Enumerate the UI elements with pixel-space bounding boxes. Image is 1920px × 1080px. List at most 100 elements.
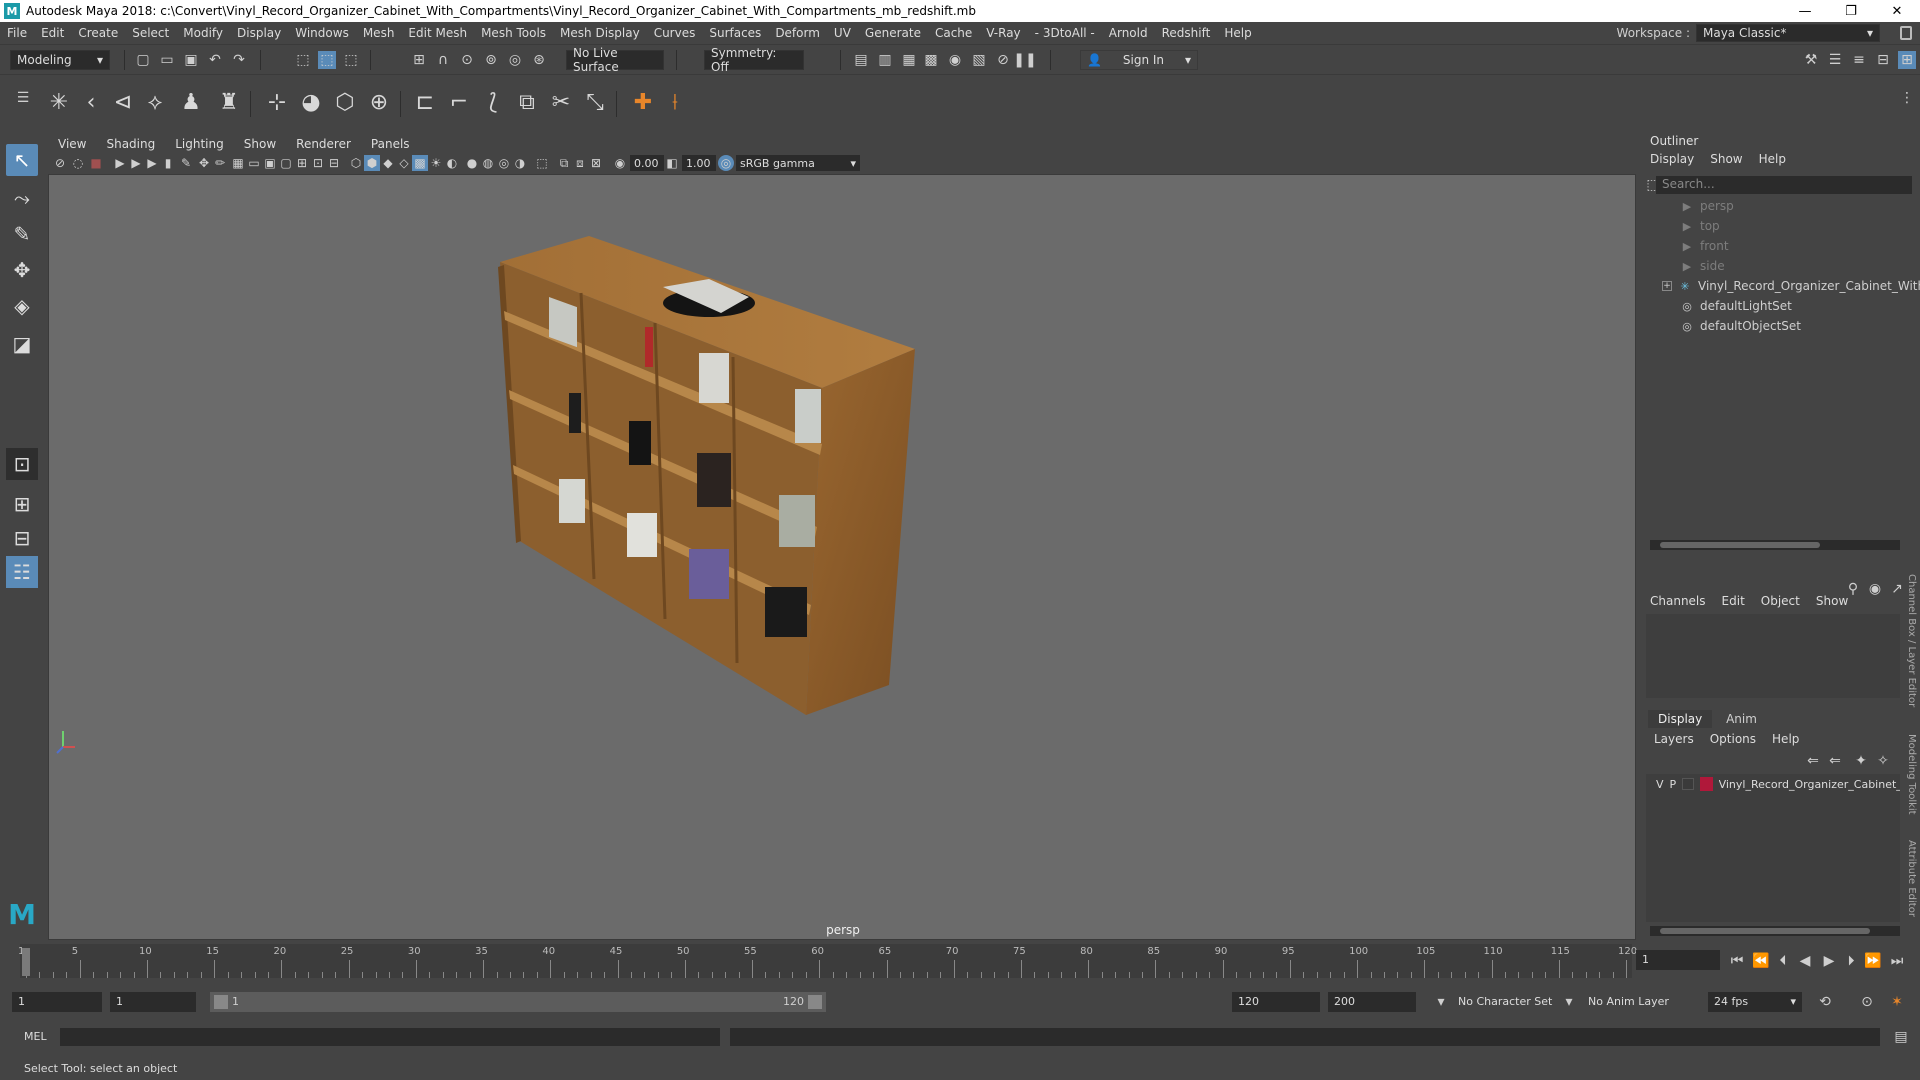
camera-icon[interactable]: ▶ [112, 155, 128, 171]
bookmarks-icon[interactable]: ▮ [160, 155, 176, 171]
scrollbar-thumb[interactable] [1660, 542, 1820, 548]
shadows-icon[interactable]: ◐ [444, 155, 460, 171]
menu-windows[interactable]: Windows [288, 26, 356, 40]
move-tool-icon[interactable]: ✥ [6, 254, 38, 286]
tab-anim[interactable]: Anim [1716, 710, 1767, 728]
channel-menu-channels[interactable]: Channels [1650, 594, 1706, 608]
pencil-icon[interactable]: ✏ [212, 155, 228, 171]
redo-icon[interactable]: ↷ [230, 51, 248, 69]
rotate-tool-icon[interactable]: ◈ [6, 290, 38, 322]
new-layer-icon[interactable]: ✦ [1852, 752, 1870, 770]
viewport-persp[interactable]: persp [48, 174, 1636, 940]
menu-vray[interactable]: V-Ray [979, 26, 1027, 40]
select-tool-icon[interactable]: ↖ [6, 144, 38, 176]
menu-display[interactable]: Display [230, 26, 288, 40]
move-layer-up-icon[interactable]: ⇐ [1804, 752, 1822, 770]
grease-pencil-icon[interactable]: ✎ [178, 155, 194, 171]
redshift-render-icon[interactable]: ▧ [970, 51, 988, 69]
layer-type-toggle[interactable] [1682, 778, 1694, 790]
side-tab-attribute-editor[interactable]: Attribute Editor [1906, 840, 1917, 926]
modeling-toolkit-toggle-icon[interactable]: ⚒ [1802, 51, 1820, 69]
outliner-item-top[interactable]: ▶ top [1680, 216, 1720, 236]
bookmark-icon[interactable]: ◌ [70, 155, 86, 171]
channel-box-icon-3[interactable]: ↗ [1888, 580, 1906, 598]
hypershade-icon[interactable]: ▩ [922, 51, 940, 69]
layer-color-swatch[interactable] [1699, 777, 1713, 791]
lasso-tool-icon[interactable]: ⤳ [6, 182, 38, 214]
camera-attr-icon[interactable]: ▶ [144, 155, 160, 171]
outliner-layout-icon[interactable]: ☷ [6, 556, 38, 588]
render-current-frame-icon[interactable]: ▤ [852, 51, 870, 69]
side-tab-modeling-toolkit[interactable]: Modeling Toolkit [1906, 734, 1917, 820]
range-handle-end[interactable] [808, 995, 822, 1009]
outliner-scrollbar[interactable] [1650, 540, 1900, 550]
safe-title-icon[interactable]: ⊟ [326, 155, 342, 171]
anim-layer-label[interactable]: No Anim Layer [1588, 995, 1669, 1008]
camera-lock-icon[interactable]: ▶ [128, 155, 144, 171]
step-forward-frame-icon[interactable]: ⏵ [1842, 952, 1860, 970]
layer-visibility-toggle[interactable]: V [1656, 778, 1664, 791]
target-weld-icon[interactable]: ⤡ [580, 87, 610, 117]
open-scene-icon[interactable]: ▭ [158, 51, 176, 69]
image-plane-icon[interactable]: ■ [88, 155, 104, 171]
gate-mask-icon[interactable]: ▢ [278, 155, 294, 171]
animation-preferences-icon[interactable]: ✶ [1888, 993, 1906, 1011]
smooth-shade-icon[interactable]: ⬢ [364, 155, 380, 171]
channel-menu-edit[interactable]: Edit [1722, 594, 1745, 608]
menu-edit[interactable]: Edit [34, 26, 71, 40]
outliner-toggle-icon[interactable]: ⊟ [1874, 51, 1892, 69]
offset-edge-loop-icon[interactable]: ⟊ [660, 87, 690, 117]
anim-layer-icon[interactable]: ▾ [1560, 993, 1578, 1011]
bounding-box-icon[interactable]: ⊹ [262, 87, 292, 117]
tool-settings-toggle-icon[interactable]: ≡ [1850, 51, 1868, 69]
menu-mesh-tools[interactable]: Mesh Tools [474, 26, 553, 40]
time-ruler[interactable]: 1510152025303540455055606570758085909510… [18, 944, 1637, 978]
default-material-icon[interactable]: ◆ [380, 155, 396, 171]
side-tab-channel-box[interactable]: Channel Box / Layer Editor [1906, 574, 1917, 714]
outliner-item-defaultlightset[interactable]: ◎ defaultLightSet [1680, 296, 1792, 316]
menu-curves[interactable]: Curves [647, 26, 703, 40]
extrude-icon[interactable]: ⊏ [410, 87, 440, 117]
make-live-tool-icon[interactable]: ⟡ [140, 87, 170, 117]
cube-primitive-icon[interactable]: ⬡ [330, 87, 360, 117]
xray-active-icon[interactable]: ⊠ [588, 155, 604, 171]
depth-of-field-icon[interactable]: ◑ [512, 155, 528, 171]
select-by-hierarchy-icon[interactable]: ⬚ [294, 51, 312, 69]
channel-menu-show[interactable]: Show [1816, 594, 1848, 608]
new-scene-icon[interactable]: ▢ [134, 51, 152, 69]
menu-cache[interactable]: Cache [928, 26, 979, 40]
scale-tool-icon[interactable]: ◪ [6, 328, 38, 360]
four-pane-layout-icon[interactable]: ⊞ [6, 488, 38, 520]
tab-display[interactable]: Display [1648, 710, 1713, 728]
screen-space-ao-icon[interactable]: ● [464, 155, 480, 171]
menu-create[interactable]: Create [71, 26, 125, 40]
layer-row[interactable]: V P Vinyl_Record_Organizer_Cabinet_W [1646, 774, 1900, 794]
outliner-item-cabinet[interactable]: + ✳ Vinyl_Record_Organizer_Cabinet_With_C [1662, 276, 1920, 296]
symmetry-dropdown[interactable]: Symmetry: Off [704, 46, 804, 74]
exposure-icon[interactable]: ◉ [612, 155, 628, 171]
character-set-label[interactable]: No Character Set [1458, 995, 1552, 1008]
snap-to-view-plane-icon[interactable]: ⊚ [482, 51, 500, 69]
2d-pan-zoom-icon[interactable]: ✥ [196, 155, 212, 171]
menu-modify[interactable]: Modify [176, 26, 230, 40]
exposure-field[interactable]: 0.00 [630, 155, 664, 171]
step-back-frame-icon[interactable]: ⏴ [1774, 952, 1792, 970]
play-backwards-icon[interactable]: ◀ [1796, 952, 1814, 970]
insert-edge-loop-icon[interactable]: ✚ [628, 87, 658, 117]
color-space-dropdown[interactable]: sRGB gamma ▾ [736, 155, 860, 171]
render-view-icon[interactable]: ◉ [946, 51, 964, 69]
render-settings-icon[interactable]: ▦ [900, 51, 918, 69]
layer-menu-layers[interactable]: Layers [1654, 732, 1694, 746]
layer-playback-toggle[interactable]: P [1670, 778, 1677, 791]
shelf-menu-icon[interactable]: ☰ [14, 89, 32, 107]
live-surface-field[interactable]: No Live Surface [566, 46, 664, 74]
safe-action-icon[interactable]: ⊡ [310, 155, 326, 171]
isolate-select-icon[interactable]: ⬚ [534, 155, 550, 171]
anti-aliasing-icon[interactable]: ◎ [496, 155, 512, 171]
command-input[interactable] [60, 1028, 720, 1046]
outliner-menu-help[interactable]: Help [1759, 152, 1786, 166]
xray-joints-icon[interactable]: ⧈ [572, 155, 588, 171]
viewport-menu-renderer[interactable]: Renderer [286, 137, 361, 151]
outliner-item-persp[interactable]: ▶ persp [1680, 196, 1734, 216]
cabinet-side[interactable] [806, 349, 915, 715]
